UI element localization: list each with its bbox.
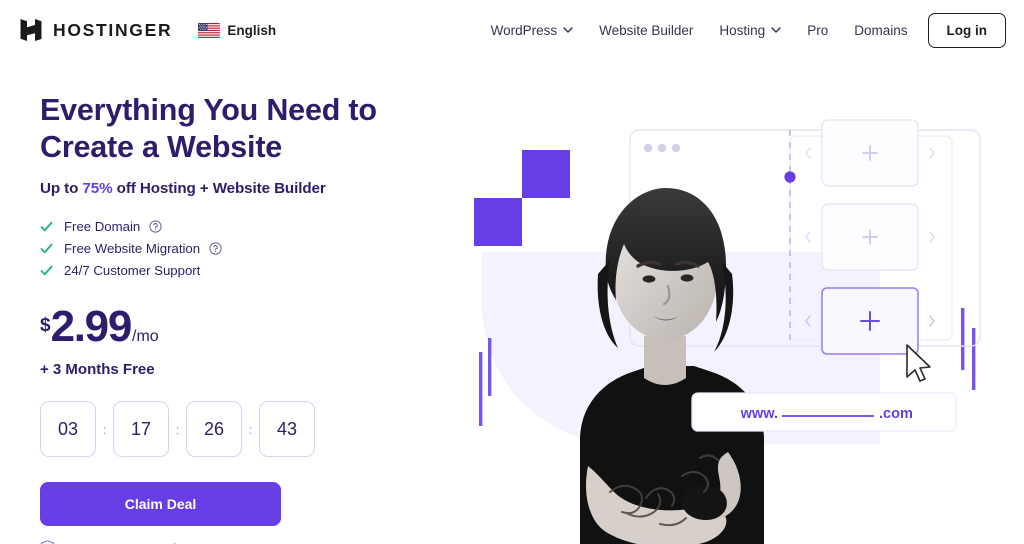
feature-label: Free Website Migration [64,241,201,257]
nav-label-hosting: Hosting [719,22,766,38]
help-circle-icon[interactable] [149,220,162,234]
check-icon [40,222,53,232]
countdown-timer: 03 : 17 : 26 : 43 [40,401,460,458]
browser-dot [643,143,653,153]
language-label: English [227,22,277,38]
countdown-seconds: 43 [259,401,315,458]
countdown-separator: : [175,421,180,437]
feature-label: 24/7 Customer Support [64,263,201,279]
chevron-right-icon[interactable] [929,231,935,243]
nav-label-domains: Domains [854,22,908,38]
chevron-left-icon[interactable] [805,231,811,243]
price-period: /mo [132,328,159,346]
browser-dot [657,143,667,153]
brand-logo[interactable]: HOSTINGER [18,17,172,43]
feature-label: Free Domain [64,219,141,235]
nav-label-pro: Pro [807,22,829,38]
hero-content: Everything You Need to Create a Website … [40,92,460,544]
chevron-right-icon[interactable] [929,147,935,159]
bonus-months: + 3 Months Free [40,361,155,379]
list-item: Free Domain [40,216,460,237]
hero-illustration: www. .com [460,100,1024,544]
accent-line [961,308,965,370]
accent-line [479,352,483,426]
brand-name: HOSTINGER [53,19,173,40]
us-flag-icon [198,22,221,38]
subhead-suffix: off Hosting + Website Builder [112,180,326,198]
headline-line-2: Create a Website [40,130,283,165]
decorative-square [474,198,522,246]
nav-item-website-builder[interactable]: Website Builder [599,23,693,38]
money-back-guarantee: 30-Day Money-Back Guarantee [40,540,460,544]
subhead-prefix: Up to [40,180,83,198]
nav-item-domains[interactable]: Domains [854,23,907,38]
check-icon [40,244,53,254]
list-item: 24/7 Customer Support [40,260,460,281]
page-title: Everything You Need to Create a Website [40,92,460,166]
chevron-right-icon[interactable] [929,315,935,327]
help-circle-icon[interactable] [209,242,222,256]
headline-line-1: Everything You Need to [40,93,377,127]
discount-percent: 75% [82,180,113,198]
countdown-days: 03 [40,401,96,458]
accent-line [972,328,976,390]
main-navigation: WordPress Website Builder Hosting Pro Do… [491,12,1006,48]
placeholder-card[interactable] [821,119,919,187]
price-amount: 2.99 [50,302,133,352]
login-button[interactable]: Log in [927,12,1006,48]
domain-suffix: .com [879,406,913,422]
nav-label-website-builder: Website Builder [599,22,694,38]
countdown-hours: 17 [113,401,169,458]
domain-prefix: www. [740,406,778,422]
nav-item-hosting[interactable]: Hosting [719,23,781,38]
site-header: HOSTINGER English WordPress Website Buil… [0,0,1024,60]
chevron-down-icon [563,27,573,33]
nav-item-wordpress[interactable]: WordPress [491,23,574,38]
chevron-down-icon [771,27,781,33]
list-item: Free Website Migration [40,238,460,259]
shield-check-icon [40,540,55,544]
browser-dot [671,143,681,153]
hostinger-hero-page: HOSTINGER English WordPress Website Buil… [0,0,1024,544]
price-currency: $ [40,315,51,337]
guide-handle-dot[interactable] [784,171,796,183]
nav-item-pro[interactable]: Pro [807,23,828,38]
hero-artwork: www. .com [474,119,981,544]
claim-deal-button[interactable]: Claim Deal [40,482,281,527]
decorative-square [522,150,570,198]
accent-line [488,338,492,396]
domain-search-bar[interactable]: www. .com [691,392,957,432]
subheadline: Up to 75% off Hosting + Website Builder [40,180,460,197]
feature-list: Free Domain Free Website Migration 24/7 … [40,216,460,281]
language-selector[interactable]: English [198,22,277,38]
placeholder-card-selected[interactable] [821,287,919,355]
price-display: $ 2.99 /mo [40,305,460,349]
countdown-minutes: 26 [186,401,242,458]
hostinger-h-logo-icon [20,19,42,41]
countdown-separator: : [248,421,253,437]
chevron-left-icon[interactable] [805,147,811,159]
countdown-separator: : [102,421,107,437]
check-icon [40,266,53,276]
placeholder-card[interactable] [821,203,919,271]
nav-label-wordpress: WordPress [490,22,558,38]
